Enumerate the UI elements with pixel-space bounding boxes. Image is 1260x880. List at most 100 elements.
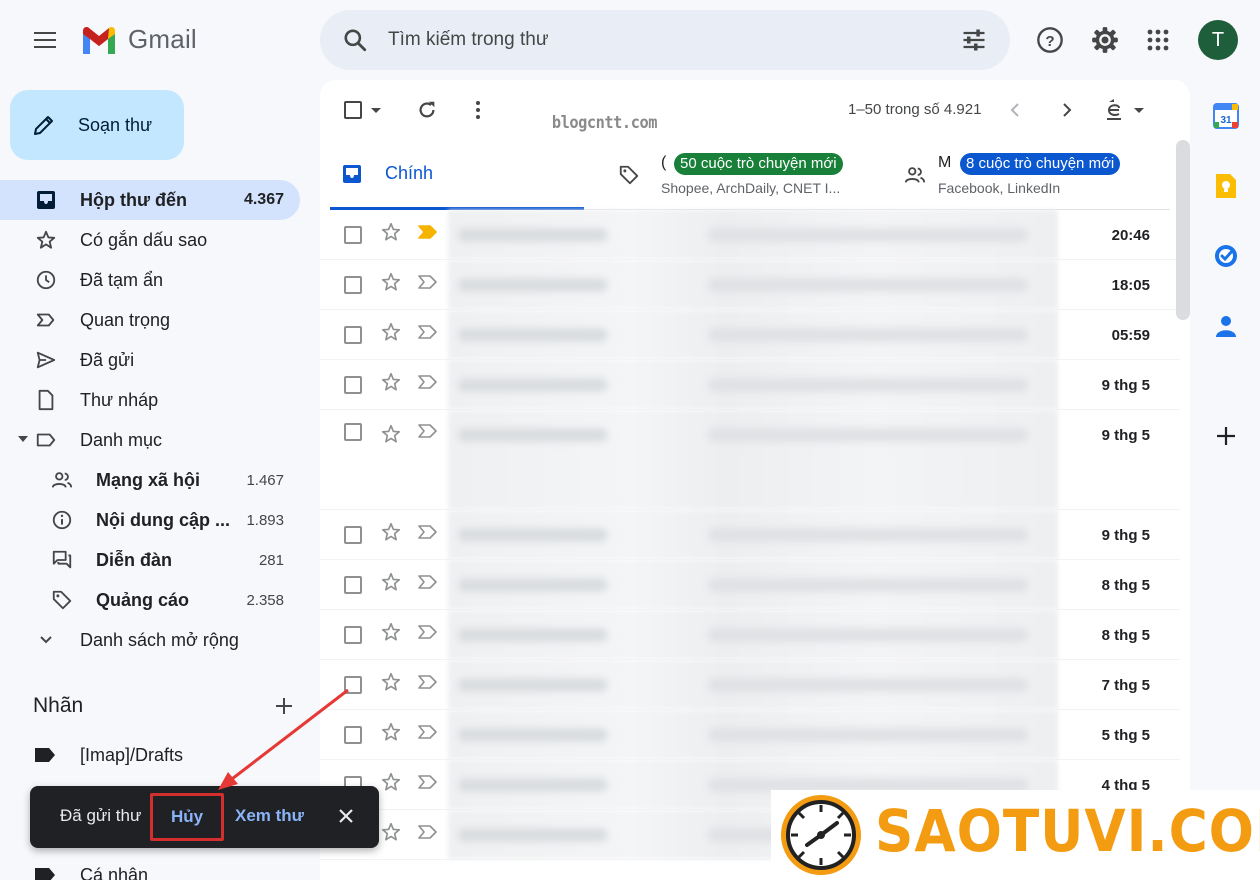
star-icon[interactable]: [380, 371, 402, 398]
new-conversations-badge: 8 cuộc trò chuyện mới: [960, 153, 1121, 175]
important-marker-icon[interactable]: [418, 724, 438, 745]
sidebar-item-label: Danh sách mở rộng: [80, 629, 239, 650]
search-options-icon[interactable]: [960, 26, 988, 54]
row-checkbox[interactable]: [344, 525, 362, 544]
email-row[interactable]: 9 thg 5: [320, 360, 1180, 410]
mail-toolbar: 1–50 trong số 4.921: [320, 80, 1190, 140]
calendar-app-button[interactable]: 31: [1210, 100, 1242, 132]
important-marker-icon[interactable]: [418, 324, 438, 345]
email-row[interactable]: 8 thg 5: [320, 610, 1180, 660]
important-marker-icon[interactable]: [418, 224, 438, 245]
label-item-personal[interactable]: Cá nhân: [34, 855, 294, 880]
help-button[interactable]: ?: [1030, 20, 1070, 60]
email-row[interactable]: 9 thg 5: [320, 510, 1180, 560]
star-icon[interactable]: [380, 571, 402, 598]
sidebar-item-social[interactable]: Mạng xã hội 1.467: [0, 460, 300, 500]
sidebar-item-more[interactable]: Danh sách mở rộng: [0, 620, 300, 660]
sidebar-item-updates[interactable]: Nội dung cập ... 1.893: [0, 500, 300, 540]
mail-list-panel: 1–50 trong số 4.921 Chính ( 50 cuộc trò …: [320, 80, 1190, 880]
row-checkbox[interactable]: [344, 275, 362, 294]
row-checkbox[interactable]: [344, 325, 362, 344]
email-row[interactable]: 8 thg 5: [320, 560, 1180, 610]
gmail-logo[interactable]: Gmail: [80, 24, 197, 55]
select-all-checkbox[interactable]: [344, 98, 382, 122]
row-checkbox[interactable]: [344, 423, 362, 441]
send-icon: [34, 348, 58, 372]
star-icon[interactable]: [380, 321, 402, 348]
caret-down-icon[interactable]: [370, 104, 382, 116]
view-message-button[interactable]: Xem thư: [235, 806, 304, 826]
email-row[interactable]: 20:46: [320, 210, 1180, 260]
email-row[interactable]: 5 thg 5: [320, 710, 1180, 760]
refresh-button[interactable]: [416, 98, 438, 122]
sidebar-item-snoozed[interactable]: Đã tạm ẩn: [0, 260, 300, 300]
more-vert-icon: [476, 101, 480, 119]
main-menu-button[interactable]: [22, 22, 68, 58]
search-bar[interactable]: Tìm kiếm trong thư: [320, 10, 1010, 70]
important-marker-icon[interactable]: [418, 824, 438, 845]
contacts-app-button[interactable]: [1210, 310, 1242, 342]
add-addon-button[interactable]: [1210, 420, 1242, 452]
close-icon[interactable]: [336, 806, 356, 826]
row-checkbox[interactable]: [344, 725, 362, 744]
important-marker-icon[interactable]: [418, 674, 438, 695]
sidebar-item-categories[interactable]: Danh mục: [0, 420, 300, 460]
keep-app-button[interactable]: [1210, 170, 1242, 202]
tasks-app-button[interactable]: [1210, 240, 1242, 272]
label-item-imap-drafts[interactable]: [Imap]/Drafts: [34, 735, 294, 775]
important-marker-icon[interactable]: [418, 423, 438, 444]
sidebar-item-sent[interactable]: Đã gửi: [0, 340, 300, 380]
row-checkbox[interactable]: [344, 675, 362, 694]
inbox-icon: [343, 165, 361, 183]
sidebar-item-inbox[interactable]: Hộp thư đến 4.367: [0, 180, 300, 220]
sidebar-item-promotions[interactable]: Quảng cáo 2.358: [0, 580, 300, 620]
star-icon[interactable]: [380, 621, 402, 648]
important-marker-icon[interactable]: [418, 624, 438, 645]
scrollbar-thumb[interactable]: [1176, 140, 1190, 320]
row-checkbox[interactable]: [344, 625, 362, 644]
tab-primary[interactable]: Chính: [330, 140, 584, 210]
star-icon[interactable]: [380, 221, 402, 248]
keep-icon: [1216, 174, 1236, 198]
important-marker-icon[interactable]: [418, 274, 438, 295]
star-icon[interactable]: [380, 671, 402, 698]
star-icon[interactable]: [380, 821, 402, 848]
settings-button[interactable]: [1085, 20, 1125, 60]
star-icon[interactable]: [380, 721, 402, 748]
row-checkbox[interactable]: [344, 225, 362, 244]
sidebar-item-starred[interactable]: Có gắn dấu sao: [0, 220, 300, 260]
tab-social[interactable]: M 8 cuộc trò chuyện mới Facebook, Linked…: [892, 140, 1170, 210]
important-marker-icon[interactable]: [418, 374, 438, 395]
apps-button[interactable]: [1138, 20, 1178, 60]
tab-label: Chính: [385, 163, 434, 183]
tab-promotions[interactable]: ( 50 cuộc trò chuyện mới Shopee, ArchDai…: [606, 140, 876, 210]
category-count: 2.358: [246, 591, 284, 609]
account-avatar[interactable]: T: [1198, 20, 1238, 60]
sidebar-item-important[interactable]: Quan trọng: [0, 300, 300, 340]
star-icon[interactable]: [380, 521, 402, 548]
important-marker-icon[interactable]: [418, 574, 438, 595]
star-icon[interactable]: [380, 271, 402, 298]
sidebar-item-forums[interactable]: Diễn đàn 281: [0, 540, 300, 580]
email-row[interactable]: 7 thg 5: [320, 660, 1180, 710]
search-input[interactable]: Tìm kiếm trong thư: [388, 29, 960, 51]
search-icon[interactable]: [342, 27, 368, 53]
older-page-button[interactable]: [1058, 98, 1074, 122]
important-marker-icon[interactable]: [418, 774, 438, 795]
star-icon[interactable]: [380, 771, 402, 798]
sidebar-item-drafts[interactable]: Thư nháp: [0, 380, 300, 420]
star-icon[interactable]: [380, 423, 402, 450]
caret-down-icon[interactable]: [18, 436, 28, 442]
newer-page-button[interactable]: [1008, 98, 1024, 122]
add-label-icon[interactable]: [275, 697, 293, 715]
row-checkbox[interactable]: [344, 375, 362, 394]
undo-send-button[interactable]: Hủy: [150, 793, 224, 841]
email-row[interactable]: 9 thg 5: [320, 410, 1180, 510]
row-checkbox[interactable]: [344, 575, 362, 594]
input-tools-button[interactable]: [1105, 98, 1145, 122]
compose-button[interactable]: Soạn thư: [10, 90, 184, 160]
email-row[interactable]: 05:59: [320, 310, 1180, 360]
important-marker-icon[interactable]: [418, 524, 438, 545]
more-options-button[interactable]: [470, 98, 486, 122]
email-row[interactable]: 18:05: [320, 260, 1180, 310]
